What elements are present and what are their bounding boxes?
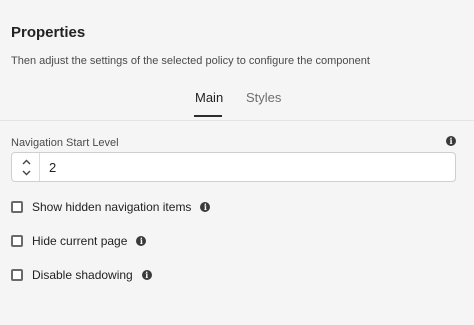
number-stepper [12,153,40,181]
info-icon[interactable]: i [141,270,152,280]
disable-shadowing-option[interactable]: Disable shadowing i [11,266,152,284]
chevron-down-icon[interactable] [20,167,32,178]
chevron-up-icon[interactable] [20,156,32,167]
navigation-start-level-input[interactable]: 2 [49,160,56,175]
tab-bar: Main Styles [0,88,474,118]
disable-shadowing-label: Disable shadowing [32,268,133,282]
show-hidden-navigation-items-checkbox[interactable] [11,201,23,213]
info-icon[interactable]: i [200,202,211,212]
show-hidden-navigation-items-label: Show hidden navigation items [32,200,192,214]
disable-shadowing-checkbox[interactable] [11,269,23,281]
hide-current-page-option[interactable]: Hide current page i [11,232,147,250]
tab-styles[interactable]: Styles [246,90,281,105]
hide-current-page-label: Hide current page [32,234,128,248]
panel-subtitle: Then adjust the settings of the selected… [11,55,370,67]
show-hidden-navigation-items-option[interactable]: Show hidden navigation items i [11,198,211,216]
navigation-start-level-label: Navigation Start Level [11,137,119,149]
tab-main[interactable]: Main [195,90,223,105]
tabs-divider [0,120,474,121]
hide-current-page-checkbox[interactable] [11,235,23,247]
panel-title: Properties [11,24,86,41]
tab-selected-indicator [194,115,222,117]
navigation-start-level-field: 2 [11,152,456,182]
info-icon[interactable]: i [136,236,147,246]
info-icon[interactable]: i [446,136,456,146]
